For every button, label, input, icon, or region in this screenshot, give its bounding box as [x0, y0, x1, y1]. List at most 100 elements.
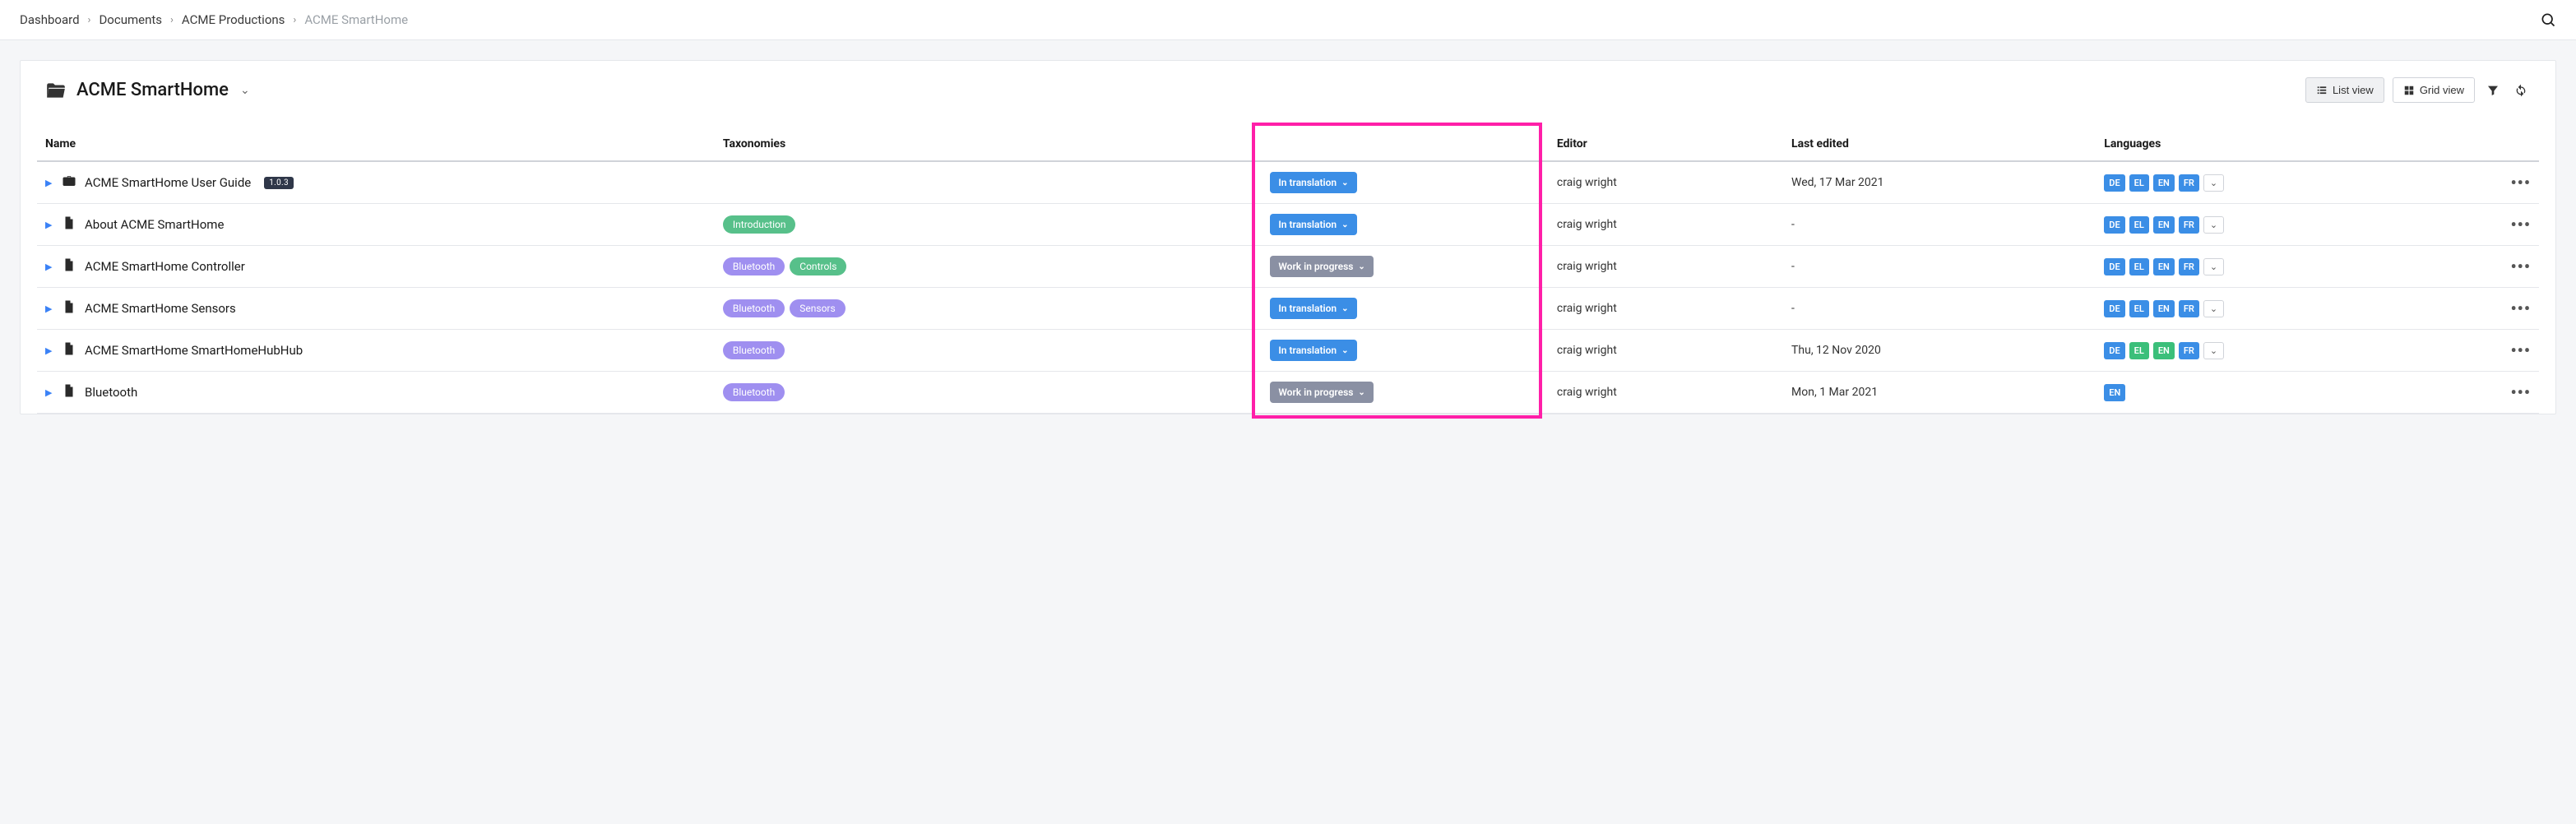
col-last-edited[interactable]: Last edited	[1783, 127, 2096, 161]
language-tags: DE ELENFR⌄	[2104, 258, 2426, 275]
col-taxonomies[interactable]: Taxonomies	[715, 127, 1262, 161]
document-name[interactable]: ACME SmartHome Controller	[85, 259, 245, 274]
language-tag[interactable]: EL	[2129, 174, 2149, 192]
col-name[interactable]: Name	[37, 127, 715, 161]
list-view-button[interactable]: List view	[2305, 77, 2384, 103]
search-button[interactable]	[2540, 12, 2556, 28]
topbar: Dashboard›Documents›ACME Productions›ACM…	[0, 0, 2576, 40]
document-name[interactable]: Bluetooth	[85, 385, 137, 400]
language-tag[interactable]: EN	[2153, 216, 2175, 234]
language-tag[interactable]: EL	[2129, 258, 2149, 275]
grid-icon	[2403, 85, 2415, 96]
language-tag[interactable]: EN	[2153, 300, 2175, 317]
status-dropdown[interactable]: Work in progress⌄	[1270, 382, 1374, 403]
language-tag[interactable]: EL	[2129, 342, 2149, 359]
expand-caret[interactable]: ▶	[45, 303, 53, 314]
breadcrumb-separator: ›	[293, 14, 296, 26]
language-more-dropdown[interactable]: ⌄	[2203, 342, 2224, 359]
expand-caret[interactable]: ▶	[45, 178, 53, 188]
taxonomy-tag[interactable]: Bluetooth	[723, 341, 785, 359]
status-label: In translation	[1278, 345, 1337, 356]
table-row: ▶ACME SmartHome User Guide1.0.3In transl…	[37, 161, 2539, 204]
language-tags: DE ELENFR⌄	[2104, 300, 2426, 317]
page-title-dropdown[interactable]: ⌄	[240, 84, 250, 97]
status-dropdown[interactable]: In translation ⌄	[1270, 298, 1356, 319]
chevron-down-icon: ⌄	[1341, 346, 1348, 355]
language-tags: EN	[2104, 384, 2426, 401]
language-tag[interactable]: DE	[2104, 174, 2124, 192]
taxonomy-tag[interactable]: Bluetooth	[723, 299, 785, 317]
document-icon	[62, 383, 76, 401]
row-actions-button[interactable]: •••	[2435, 288, 2539, 330]
status-label: In translation	[1278, 303, 1337, 314]
language-more-dropdown[interactable]: ⌄	[2203, 174, 2224, 192]
language-tag[interactable]: DE	[2104, 216, 2124, 234]
document-name[interactable]: About ACME SmartHome	[85, 217, 224, 232]
taxonomy-tag[interactable]: Introduction	[723, 215, 796, 234]
language-tags: DE ELENFR⌄	[2104, 174, 2426, 192]
list-icon	[2316, 85, 2328, 96]
language-tag[interactable]: DE	[2104, 342, 2124, 359]
document-name[interactable]: ACME SmartHome Sensors	[85, 301, 236, 316]
table-row: ▶ ACME SmartHome Controller Bluetooth Contr…	[37, 246, 2539, 288]
row-actions-button[interactable]: •••	[2435, 246, 2539, 288]
language-tag[interactable]: FR	[2179, 216, 2199, 234]
language-tag[interactable]: FR	[2179, 342, 2199, 359]
language-tag[interactable]: EL	[2129, 300, 2149, 317]
row-actions-button[interactable]: •••	[2435, 372, 2539, 414]
language-tag[interactable]: EN	[2153, 174, 2175, 192]
col-editor[interactable]: Editor	[1549, 127, 1783, 161]
language-tag[interactable]: DE	[2104, 258, 2124, 275]
editor-cell: craig wright	[1549, 288, 1783, 330]
document-name[interactable]: ACME SmartHome User Guide	[85, 175, 251, 190]
expand-caret[interactable]: ▶	[45, 220, 53, 230]
breadcrumb-item[interactable]: Dashboard	[20, 12, 80, 27]
refresh-button[interactable]	[2511, 81, 2531, 100]
language-tag[interactable]: DE	[2104, 300, 2124, 317]
expand-caret[interactable]: ▶	[45, 262, 53, 272]
language-tag[interactable]: FR	[2179, 258, 2199, 275]
col-languages[interactable]: Languages	[2096, 127, 2435, 161]
language-tag[interactable]: EN	[2104, 384, 2125, 401]
last-edited-cell: -	[1783, 204, 2096, 246]
row-actions-button[interactable]: •••	[2435, 330, 2539, 372]
taxonomy-tag[interactable]: Bluetooth	[723, 383, 785, 401]
panel-title: ACME SmartHome ⌄	[45, 80, 250, 101]
editor-cell: craig wright	[1549, 161, 1783, 204]
table-row: ▶ ACME SmartHome SmartHomeHubHub Bluetooth…	[37, 330, 2539, 372]
language-tag[interactable]: EL	[2129, 216, 2149, 234]
last-edited-cell: Thu, 12 Nov 2020	[1783, 330, 2096, 372]
chevron-down-icon: ⌄	[1341, 304, 1348, 313]
document-name[interactable]: ACME SmartHome SmartHomeHubHub	[85, 343, 303, 358]
list-view-label: List view	[2333, 84, 2374, 96]
language-tag[interactable]: EN	[2153, 258, 2175, 275]
language-tag[interactable]: EN	[2153, 342, 2175, 359]
row-actions-button[interactable]: •••	[2435, 204, 2539, 246]
last-edited-cell: Wed, 17 Mar 2021	[1783, 161, 2096, 204]
taxonomy-tag[interactable]: Bluetooth	[723, 257, 785, 275]
taxonomy-tag[interactable]: Sensors	[790, 299, 845, 317]
status-dropdown[interactable]: In translation⌄	[1270, 214, 1356, 235]
chevron-down-icon: ⌄	[1358, 262, 1364, 271]
language-tag[interactable]: FR	[2179, 174, 2199, 192]
col-actions	[2435, 127, 2539, 161]
col-status[interactable]	[1262, 127, 1549, 161]
status-dropdown[interactable]: Work in progress ⌄	[1270, 256, 1374, 277]
taxonomy-tag[interactable]: Controls	[790, 257, 846, 275]
expand-caret[interactable]: ▶	[45, 345, 53, 356]
language-tag[interactable]: FR	[2179, 300, 2199, 317]
language-more-dropdown[interactable]: ⌄	[2203, 258, 2224, 275]
language-more-dropdown[interactable]: ⌄	[2203, 300, 2224, 317]
expand-caret[interactable]: ▶	[45, 387, 53, 398]
status-dropdown[interactable]: In translation⌄	[1270, 172, 1356, 193]
status-label: Work in progress	[1278, 387, 1353, 398]
breadcrumb-item[interactable]: ACME Productions	[182, 12, 285, 27]
breadcrumb-item: ACME SmartHome	[304, 12, 408, 27]
status-label: Work in progress	[1278, 261, 1353, 272]
row-actions-button[interactable]: •••	[2435, 161, 2539, 204]
filter-button[interactable]	[2483, 81, 2503, 100]
grid-view-button[interactable]: Grid view	[2393, 77, 2475, 103]
breadcrumb-item[interactable]: Documents	[99, 12, 162, 27]
language-more-dropdown[interactable]: ⌄	[2203, 216, 2224, 234]
status-dropdown[interactable]: In translation ⌄	[1270, 340, 1356, 361]
